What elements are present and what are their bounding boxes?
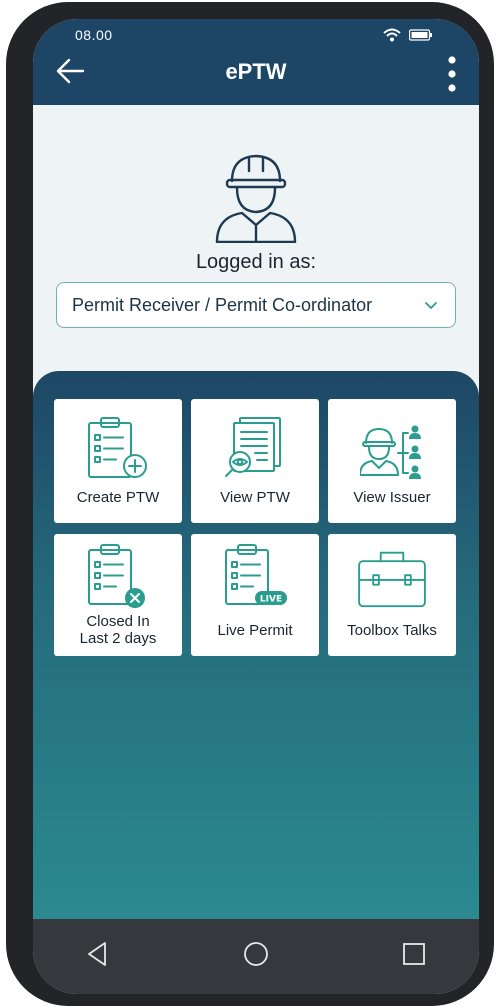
phone-frame: 08.00 ePTW Logged in as: Permit Receiver… bbox=[6, 2, 494, 1006]
power-button bbox=[485, 162, 494, 232]
menu-panel: Create PTW View PTW View Issuer Closed I… bbox=[33, 371, 479, 919]
role-select-value: Permit Receiver / Permit Co-ordinator bbox=[72, 294, 373, 315]
more-vertical-icon[interactable] bbox=[445, 55, 459, 93]
clipboard-live-icon: LIVE bbox=[225, 544, 287, 605]
screen: 08.00 ePTW Logged in as: Permit Receiver… bbox=[33, 19, 479, 994]
chevron-down-icon bbox=[425, 302, 437, 309]
status-icons bbox=[383, 28, 433, 42]
tile-label: Toolbox Talks bbox=[347, 622, 437, 639]
battery-icon bbox=[409, 29, 432, 41]
nav-back-icon[interactable] bbox=[83, 939, 113, 969]
volume-down-button bbox=[6, 264, 15, 394]
tile-view-issuer[interactable]: View Issuer bbox=[328, 399, 456, 523]
nav-home-icon[interactable] bbox=[241, 939, 271, 969]
tile-label: Live Permit bbox=[217, 622, 293, 639]
app-header: 08.00 ePTW bbox=[33, 19, 479, 105]
nav-recents-icon[interactable] bbox=[399, 939, 429, 969]
tile-toolbox-talks[interactable]: Toolbox Talks bbox=[328, 534, 456, 656]
tile-label: View PTW bbox=[220, 489, 290, 506]
page-title: ePTW bbox=[225, 59, 287, 84]
clipboard-add-icon bbox=[88, 417, 147, 478]
clipboard-closed-icon bbox=[88, 544, 145, 608]
tile-view-ptw[interactable]: View PTW bbox=[191, 399, 319, 523]
live-badge: LIVE bbox=[260, 595, 282, 605]
document-view-icon bbox=[225, 417, 281, 477]
volume-up-button bbox=[6, 162, 15, 242]
role-select[interactable]: Permit Receiver / Permit Co-ordinator bbox=[56, 282, 456, 328]
tile-create-ptw[interactable]: Create PTW bbox=[54, 399, 182, 523]
tile-label: Create PTW bbox=[76, 489, 160, 506]
worker-hierarchy-icon bbox=[360, 425, 421, 479]
toolbox-icon bbox=[358, 551, 426, 608]
tile-closed-last-2-days[interactable]: Closed In Last 2 days bbox=[54, 534, 182, 656]
tile-label: Closed In Last 2 days bbox=[79, 613, 157, 647]
tile-label: View Issuer bbox=[353, 489, 431, 506]
status-time: 08.00 bbox=[75, 27, 113, 43]
system-nav-bar bbox=[33, 919, 479, 994]
worker-helmet-icon bbox=[215, 154, 297, 243]
tile-live-permit[interactable]: LIVE Live Permit bbox=[191, 534, 319, 656]
logged-in-label: Logged in as: bbox=[195, 251, 317, 273]
wifi-icon bbox=[383, 28, 401, 42]
